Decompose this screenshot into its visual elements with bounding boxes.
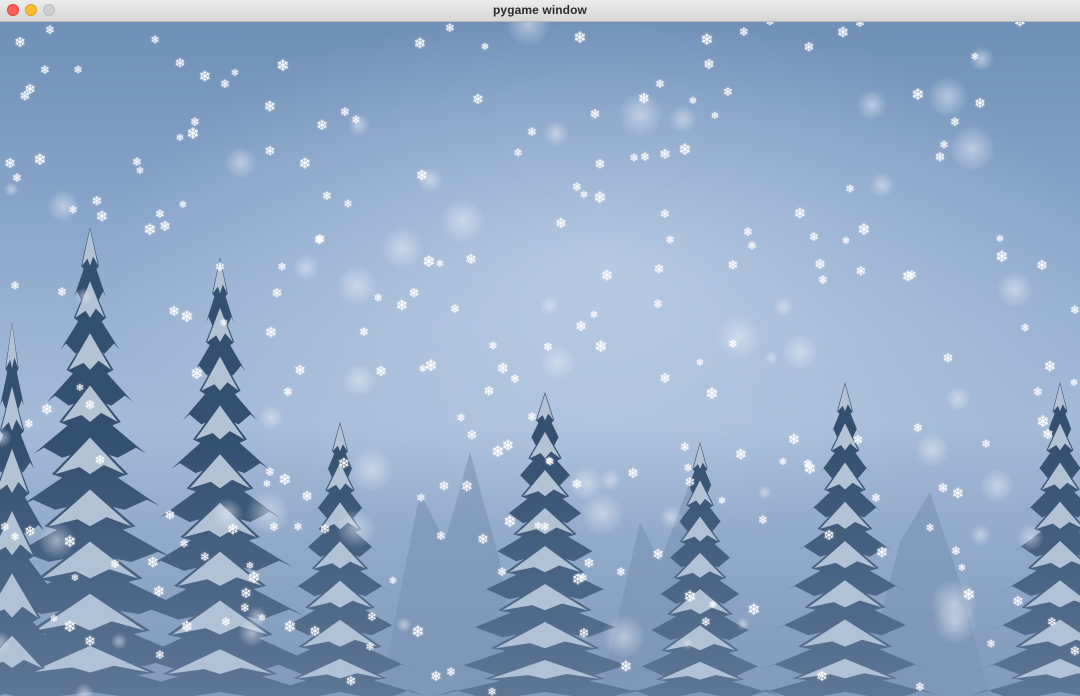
bokeh-spot [681, 637, 695, 650]
bokeh-spot [929, 578, 978, 627]
title-bar[interactable]: pygame window [0, 0, 1080, 22]
bokeh-spot [292, 254, 320, 282]
bokeh-spot [736, 617, 750, 631]
bokeh-spot [945, 386, 971, 411]
bokeh-spot [539, 343, 576, 381]
bokeh-spot [380, 227, 424, 270]
window-title: pygame window [493, 3, 587, 17]
bokeh-spot [246, 606, 268, 627]
bokeh-spot [716, 314, 762, 360]
bokeh-spot [782, 333, 819, 371]
bokeh-spot [948, 125, 996, 173]
bokeh-spot [542, 120, 570, 147]
bokeh-spot [617, 92, 663, 138]
bokeh-spot [979, 468, 1015, 504]
bokeh-spot [336, 265, 378, 307]
bokeh-spot [1017, 523, 1045, 552]
bokeh-spot [75, 287, 93, 306]
bokeh-spot [764, 351, 778, 365]
bokeh-spot [47, 190, 80, 223]
bokeh-spot [349, 447, 395, 493]
bokeh-spot [342, 363, 377, 398]
game-canvas[interactable]: ❄ ❄ ❄ ❄ ❄ ❄ ❄ ❄ ❄ ❄ ❄ ❄ ❄ ❄ ❄ ❄ ❄ ❄ ❄ ❄ ❄ ❄ ❄ ❄ ❄ ❄ ❄ ❄ ❄ ❄ ❄ ❄ ❄ ❄ ❄ ❄ ❄ ❄ ❄ ❄… [0, 22, 1080, 696]
bokeh-spot [347, 113, 371, 137]
bokeh-spot [3, 182, 19, 197]
bokeh-spot [416, 166, 444, 194]
bokeh-spot [757, 485, 772, 500]
bokeh-spot [110, 633, 128, 650]
bokeh-spot [601, 614, 646, 660]
bokeh-spot [668, 105, 698, 134]
bokeh-spot [580, 491, 624, 536]
bokeh-spot [439, 197, 486, 244]
bokeh-spot [506, 22, 551, 47]
bokeh-spot [856, 89, 888, 121]
bokeh-spot [37, 522, 76, 560]
bokeh-spot [996, 270, 1034, 309]
bokeh-spot [246, 490, 290, 535]
bokeh-spot [258, 405, 284, 430]
bokeh-spot [869, 172, 895, 198]
bokeh-spot [211, 498, 243, 530]
bokeh-spot [395, 616, 412, 633]
snowy-forest-background [0, 22, 1080, 696]
bokeh-spot [927, 76, 969, 118]
bokeh-spot [540, 296, 559, 316]
bokeh-spot [659, 505, 684, 530]
bokeh-spot [914, 432, 950, 468]
bokeh-spot [336, 509, 376, 549]
bokeh-spot [969, 46, 995, 72]
bokeh-spot [599, 469, 622, 491]
bokeh-spot [224, 146, 257, 179]
pygame-window: pygame window ❄ ❄ ❄ ❄ ❄ ❄ ❄ ❄ ❄ ❄ ❄ ❄ ❄ … [0, 0, 1080, 696]
bokeh-spot [969, 524, 992, 546]
bokeh-spot [773, 297, 793, 317]
